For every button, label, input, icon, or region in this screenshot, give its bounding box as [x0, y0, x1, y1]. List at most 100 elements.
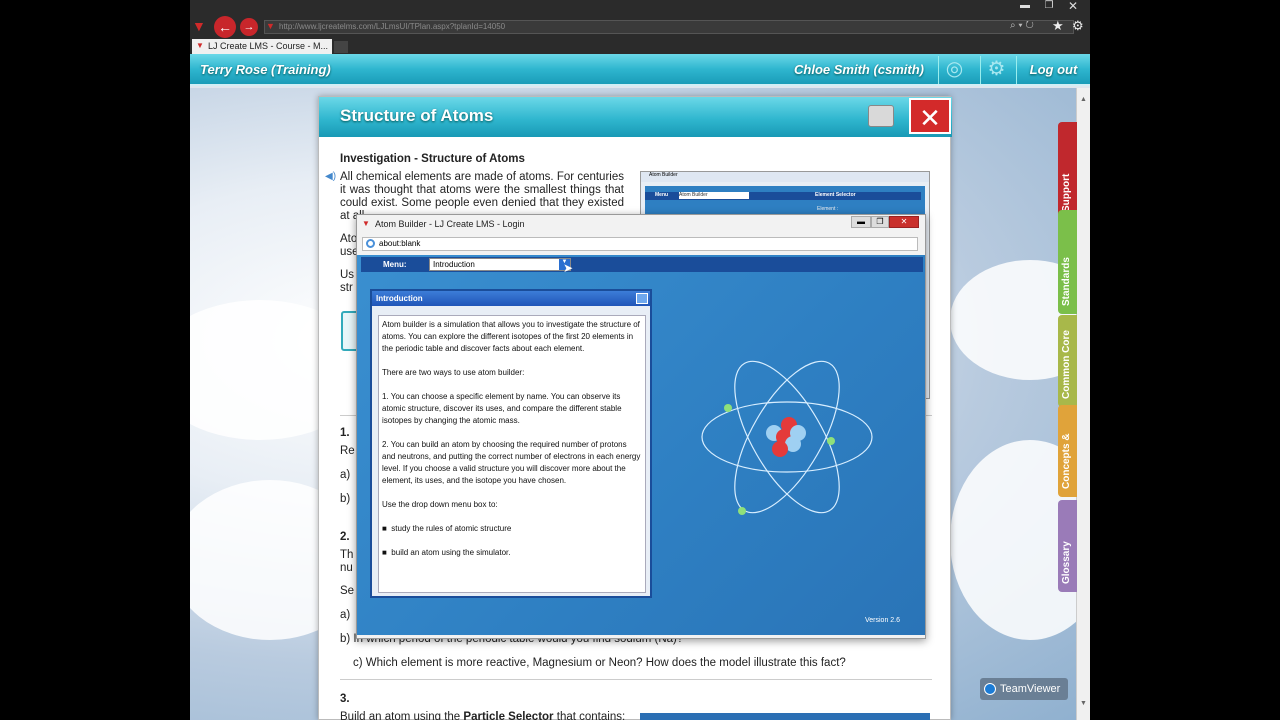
menu-label: Menu: [383, 260, 407, 269]
menu-select[interactable]: Introduction [429, 258, 571, 271]
side-tab-support[interactable]: Support [1058, 122, 1077, 220]
panel-header: Structure of Atoms ✕ [319, 97, 952, 137]
tab-lms[interactable]: LJ Create LMS - Course - M... [192, 39, 332, 54]
new-tab-button[interactable] [334, 41, 348, 53]
nucleus [766, 417, 806, 457]
ab-logo-icon: ▼ [362, 219, 370, 228]
ab-minimize-button[interactable]: ▬ [851, 216, 871, 228]
side-tab-glossary[interactable]: Glossary [1058, 500, 1077, 592]
question-1-number: 1. [340, 427, 350, 439]
ab-window-title: Atom Builder - LJ Create LMS - Login [375, 219, 525, 229]
panel-title: Structure of Atoms [340, 106, 494, 125]
teamviewer-badge: TeamViewer [980, 678, 1068, 700]
version-label: Version 2.6 [865, 617, 901, 624]
atom-illustration [701, 360, 873, 515]
ab-address-input[interactable]: about:blank [362, 237, 918, 251]
bullet-2-text: build an atom using the simulator. [391, 548, 511, 557]
speaker-icon[interactable]: ◀) [325, 171, 336, 182]
browser-logo-icon: ▼ [192, 18, 206, 34]
favorites-icon[interactable]: ★ [1052, 18, 1064, 34]
teamviewer-label: TeamViewer [1000, 683, 1061, 695]
gear-icon[interactable]: ⚙ [1072, 18, 1084, 34]
introduction-title: Introduction [372, 291, 650, 306]
ab-close-button[interactable]: ✕ [889, 216, 919, 228]
atom-builder-window: ▼ Atom Builder - LJ Create LMS - Login ▬… [356, 214, 926, 639]
electron [738, 507, 746, 515]
intro-p3: 1. You can choose a specific element by … [382, 392, 622, 425]
browser-window: ▼ ← → http://www.ljcreatelms.com/LJLmsUI… [190, 0, 1090, 720]
divider [340, 679, 932, 680]
thumb-element-label: Element : [817, 206, 839, 212]
globe-icon[interactable]: ◎ [938, 56, 970, 84]
question-1-text: Re [340, 445, 355, 457]
settings-icon[interactable]: ⚙ [980, 56, 1012, 84]
thumb-menu-select: Atom Builder [679, 192, 749, 199]
electron [724, 404, 732, 412]
minimize-button[interactable]: ▬ [1014, 0, 1036, 11]
dialog-restore-icon[interactable] [636, 293, 648, 304]
maximize-button[interactable]: ❐ [1038, 0, 1060, 11]
question-3-number: 3. [340, 693, 350, 705]
side-tab-label: Support [1061, 173, 1072, 212]
logout-button[interactable]: Log out [1016, 56, 1090, 84]
ie-icon [366, 239, 375, 248]
site-icon: ▼ [266, 21, 275, 31]
question-1a: a) [340, 469, 351, 481]
q3-text-a: Build an atom using the [340, 711, 461, 720]
print-icon[interactable] [868, 105, 894, 127]
intro-p5: Use the drop down menu box to: [382, 500, 498, 509]
teamviewer-icon [984, 683, 996, 695]
window-close-button[interactable]: ✕ [1062, 0, 1084, 13]
ab-maximize-button[interactable]: ❐ [871, 216, 889, 228]
side-tab-concepts[interactable]: Concepts & [1058, 405, 1077, 497]
search-icon[interactable]: ⌕ ▾ ↻ [1010, 20, 1034, 31]
side-tab-standards[interactable]: Standards [1058, 210, 1077, 314]
bullet-item: ■ build an atom using the simulator. [382, 547, 642, 559]
introduction-dialog: Introduction Atom builder is a simulatio… [370, 289, 652, 598]
side-tab-common-core[interactable]: Common Core [1058, 315, 1077, 407]
question-3-text: Build an atom using the Particle Selecto… [340, 711, 625, 720]
intro-p2: There are two ways to use atom builder: [382, 368, 525, 377]
question-1b: b) [340, 493, 351, 505]
question-2-text2: nu [340, 562, 353, 574]
panel-close-button[interactable]: ✕ [909, 98, 951, 134]
question-2a: a) [340, 609, 351, 621]
thumbnail-bottom [640, 713, 930, 720]
thumb-selector-title: Element Selector [811, 192, 921, 200]
thumb-menu-label: Menu [655, 192, 669, 198]
question-2-text: Th [340, 549, 354, 561]
particle-selector-link: Particle Selector [463, 711, 554, 720]
bullet-item: ■ study the rules of atomic structure [382, 523, 642, 535]
scroll-down-icon[interactable]: ▼ [1080, 700, 1087, 707]
side-tab-label: Concepts & [1061, 433, 1072, 489]
side-tab-label: Common Core [1061, 330, 1072, 399]
q3-text-b: that contains: [556, 711, 626, 720]
electron [827, 437, 835, 445]
scroll-up-icon[interactable]: ▲ [1080, 96, 1087, 103]
tab-favicon-icon: ▼ [196, 41, 204, 50]
intro-p1: Atom builder is a simulation that allows… [382, 320, 640, 353]
back-button[interactable]: ← [214, 16, 236, 38]
para3-start: Us [340, 269, 355, 281]
para2-start: Ato [340, 233, 358, 245]
page-scrollbar[interactable]: ▲ ▼ [1076, 88, 1090, 720]
bullet-icon: ■ [382, 548, 387, 557]
para3-line2: str [340, 282, 353, 294]
side-tab-label: Standards [1061, 257, 1072, 306]
forward-button[interactable]: → [240, 18, 258, 36]
investigation-heading: Investigation - Structure of Atoms [340, 153, 525, 165]
intro-p4: 2. You can build an atom by choosing the… [382, 440, 641, 485]
side-tab-label: Glossary [1061, 541, 1072, 584]
question-2-select: Se [340, 585, 355, 597]
thumb-title: Atom Builder [641, 172, 929, 182]
mouse-cursor-icon: ➤ [563, 261, 574, 275]
question-2c: c) Which element is more reactive, Magne… [353, 657, 846, 669]
tab-label: LJ Create LMS - Course - M... [208, 41, 329, 51]
bullet-icon: ■ [382, 524, 387, 533]
training-user-label: Terry Rose (Training) [200, 62, 331, 77]
user-name-label: Chloe Smith (csmith) [794, 62, 925, 77]
bullet-1-text: study the rules of atomic structure [391, 524, 512, 533]
question-2-number: 2. [340, 531, 350, 543]
address-input[interactable]: http://www.ljcreatelms.com/LJLmsUI/TPlan… [264, 20, 1074, 34]
ab-window-controls: ▬ ❐ ✕ [851, 216, 919, 228]
